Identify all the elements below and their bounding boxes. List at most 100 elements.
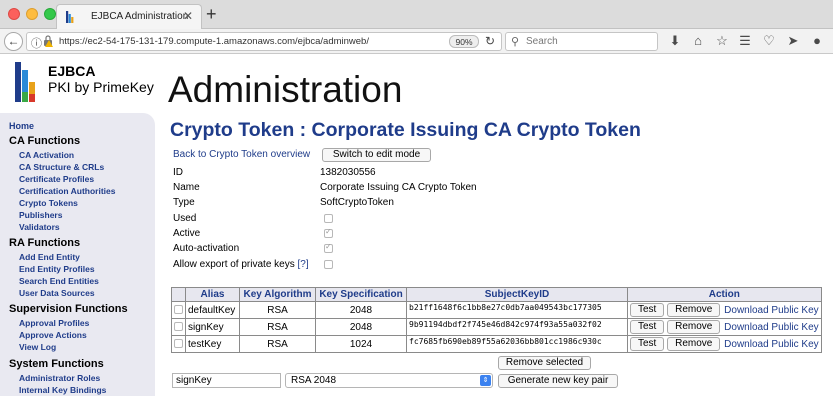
sidebar-item-crypto-tokens[interactable]: Crypto Tokens bbox=[19, 198, 78, 208]
alias-cell: testKey bbox=[185, 335, 240, 353]
auto-activation-label: Auto-activation bbox=[173, 243, 240, 254]
alias-cell: defaultKey bbox=[185, 301, 240, 319]
allow-export-help-link[interactable]: [?] bbox=[298, 259, 309, 270]
key-pairs-table: Alias Key Algorithm Key Specification Su… bbox=[171, 287, 822, 353]
new-key-alias-input[interactable]: signKey bbox=[172, 373, 281, 388]
search-icon: ⚲ bbox=[511, 36, 520, 48]
download-public-key-link[interactable]: Download Public Key bbox=[724, 339, 819, 350]
account-icon[interactable]: ● bbox=[809, 33, 825, 49]
action-cell: Test Remove Download Public Key bbox=[627, 318, 822, 336]
algorithm-cell: RSA bbox=[239, 335, 316, 353]
url-bar[interactable]: ⓘ https://ec2-54-175-131-179.compute-1.a… bbox=[26, 32, 502, 51]
sidebar-item-certification-authorities[interactable]: Certification Authorities bbox=[19, 186, 116, 196]
sidebar-item-search-end-entities[interactable]: Search End Entities bbox=[19, 276, 99, 286]
used-label: Used bbox=[173, 213, 197, 224]
action-cell: Test Remove Download Public Key bbox=[627, 301, 822, 319]
test-button[interactable]: Test bbox=[630, 337, 665, 351]
sidebar-item-view-log[interactable]: View Log bbox=[19, 342, 56, 352]
ejbca-favicon-icon bbox=[66, 11, 74, 23]
algorithm-cell: RSA bbox=[239, 318, 316, 336]
sidebar-item-home[interactable]: Home bbox=[9, 121, 34, 131]
id-label: ID bbox=[173, 167, 183, 178]
generate-new-key-pair-button[interactable]: Generate new key pair bbox=[498, 374, 618, 388]
logo-subtitle: PKI by PrimeKey bbox=[48, 79, 154, 95]
row-select-checkbox[interactable] bbox=[174, 322, 183, 332]
switch-to-edit-mode-button[interactable]: Switch to edit mode bbox=[322, 148, 431, 162]
subject-key-id-column-header: SubjectKeyID bbox=[406, 287, 628, 302]
download-public-key-link[interactable]: Download Public Key bbox=[724, 322, 819, 333]
subject-key-id-cell: fc7685fb690eb89f55a62036bb801cc1986c930c bbox=[406, 335, 628, 353]
remove-selected-button[interactable]: Remove selected bbox=[498, 356, 591, 370]
auto-activation-checkbox bbox=[324, 242, 333, 253]
subject-key-id-cell: b21ff1648f6c1bb8e27c0db7aa049543bc177305 bbox=[406, 301, 628, 319]
sidebar-item-administrator-roles[interactable]: Administrator Roles bbox=[19, 373, 100, 383]
sidebar-item-approve-actions[interactable]: Approve Actions bbox=[19, 330, 87, 340]
sidebar-item-internal-key-bindings[interactable]: Internal Key Bindings bbox=[19, 385, 106, 395]
reading-list-icon[interactable]: ☰ bbox=[737, 33, 753, 49]
id-value: 1382030556 bbox=[320, 167, 376, 178]
browser-tab[interactable]: EJBCA Administration ✕ bbox=[56, 4, 202, 30]
browser-nav-bar: ← ⓘ https://ec2-54-175-131-179.compute-1… bbox=[0, 29, 833, 54]
action-column-header: Action bbox=[627, 287, 822, 302]
maximize-window-button[interactable] bbox=[44, 8, 56, 20]
row-select-checkbox[interactable] bbox=[174, 305, 183, 315]
remove-button[interactable]: Remove bbox=[667, 303, 721, 317]
table-row: defaultKey RSA 2048 b21ff1648f6c1bb8e27c… bbox=[171, 301, 822, 319]
select-column-header bbox=[171, 287, 186, 302]
sidebar-item-publishers[interactable]: Publishers bbox=[19, 210, 62, 220]
reload-icon[interactable]: ↻ bbox=[485, 34, 495, 48]
tab-close-icon[interactable]: ✕ bbox=[183, 9, 193, 23]
search-placeholder[interactable]: Search bbox=[526, 36, 558, 47]
zoom-level[interactable]: 90% bbox=[449, 35, 479, 48]
type-label: Type bbox=[173, 197, 195, 208]
ejbca-logo-icon bbox=[15, 62, 35, 102]
sidebar-section-system-functions: System Functions bbox=[9, 358, 104, 370]
sidebar-section-ra-functions: RA Functions bbox=[9, 237, 81, 249]
test-button[interactable]: Test bbox=[630, 303, 665, 317]
minimize-window-button[interactable] bbox=[26, 8, 38, 20]
allow-export-label: Allow export of private keys [?] bbox=[173, 259, 309, 270]
bookmark-star-icon[interactable]: ☆ bbox=[714, 33, 730, 49]
row-select-checkbox[interactable] bbox=[174, 339, 183, 349]
back-to-overview-link[interactable]: Back to Crypto Token overview bbox=[173, 149, 310, 160]
active-checkbox bbox=[324, 227, 333, 238]
sidebar-menu: Home CA Functions CA Activation CA Struc… bbox=[0, 113, 155, 396]
key-specification-column-header: Key Specification bbox=[315, 287, 407, 302]
page-title: Administration bbox=[168, 69, 403, 110]
test-button[interactable]: Test bbox=[630, 320, 665, 334]
remove-button[interactable]: Remove bbox=[667, 320, 721, 334]
new-tab-button[interactable]: + bbox=[206, 5, 217, 23]
algorithm-cell: RSA bbox=[239, 301, 316, 319]
download-icon[interactable]: ⬇ bbox=[667, 33, 683, 49]
allow-export-text: Allow export of private keys bbox=[173, 259, 295, 270]
search-bar[interactable]: ⚲ Search bbox=[505, 32, 658, 51]
new-key-spec-select[interactable]: RSA 2048 ⇕ bbox=[285, 373, 493, 388]
url-text[interactable]: https://ec2-54-175-131-179.compute-1.ama… bbox=[59, 36, 369, 47]
pocket-icon[interactable]: ♡ bbox=[761, 33, 777, 49]
logo-title: EJBCA bbox=[48, 63, 96, 79]
action-cell: Test Remove Download Public Key bbox=[627, 335, 822, 353]
back-arrow-icon[interactable]: ← bbox=[4, 32, 23, 51]
download-public-key-link[interactable]: Download Public Key bbox=[724, 305, 819, 316]
sidebar-item-user-data-sources[interactable]: User Data Sources bbox=[19, 288, 95, 298]
sidebar-item-ca-activation[interactable]: CA Activation bbox=[19, 150, 74, 160]
sidebar-item-add-end-entity[interactable]: Add End Entity bbox=[19, 252, 80, 262]
subject-key-id-cell: 9b91194dbdf2f745e46d842c974f93a55a032f02 bbox=[406, 318, 628, 336]
allow-export-checkbox bbox=[324, 260, 333, 269]
home-icon[interactable]: ⌂ bbox=[690, 33, 706, 49]
name-label: Name bbox=[173, 182, 200, 193]
sidebar-item-certificate-profiles[interactable]: Certificate Profiles bbox=[19, 174, 94, 184]
sidebar-item-validators[interactable]: Validators bbox=[19, 222, 60, 232]
table-row: testKey RSA 1024 fc7685fb690eb89f55a6203… bbox=[171, 335, 822, 353]
lock-warning-icon[interactable] bbox=[43, 35, 53, 47]
alias-cell: signKey bbox=[185, 318, 240, 336]
remove-button[interactable]: Remove bbox=[667, 337, 721, 351]
sidebar-item-ca-structure[interactable]: CA Structure & CRLs bbox=[19, 162, 104, 172]
info-icon[interactable]: ⓘ bbox=[31, 35, 42, 51]
spec-cell: 1024 bbox=[315, 335, 407, 353]
sidebar-item-approval-profiles[interactable]: Approval Profiles bbox=[19, 318, 89, 328]
sidebar-item-end-entity-profiles[interactable]: End Entity Profiles bbox=[19, 264, 95, 274]
type-value: SoftCryptoToken bbox=[320, 197, 394, 208]
close-window-button[interactable] bbox=[8, 8, 20, 20]
send-icon[interactable]: ➤ bbox=[785, 33, 801, 49]
